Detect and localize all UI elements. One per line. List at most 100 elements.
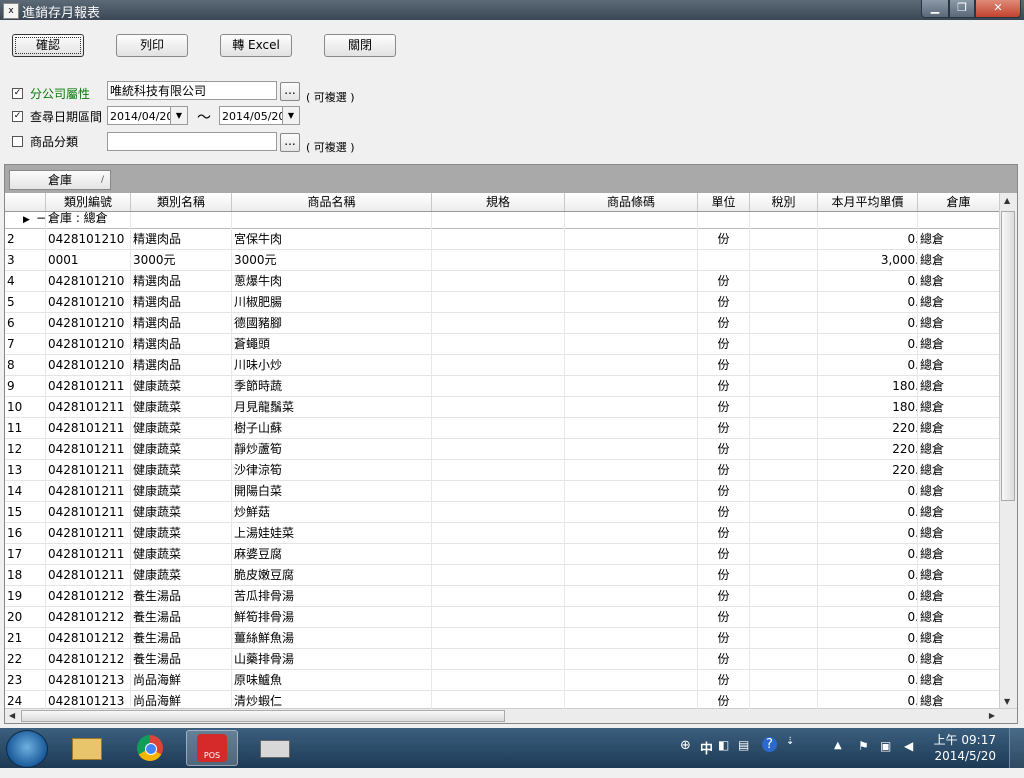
volume-icon[interactable]: ◀ [904, 739, 913, 753]
horizontal-scroll-thumb[interactable] [21, 710, 505, 722]
table-row[interactable]: 20 0428101212 養生湯品 鮮筍排骨湯 份 0. 總倉 [5, 607, 999, 628]
grid-column-line [697, 212, 698, 709]
table-row[interactable]: 6 0428101210 精選肉品 德國豬腳 份 0. 總倉 [5, 313, 999, 334]
group-row[interactable]: ▶ − 倉庫 : 總倉 [5, 211, 999, 229]
vertical-scroll-thumb[interactable] [1001, 211, 1015, 501]
printer-taskbar-button[interactable] [248, 730, 300, 766]
show-desktop-button[interactable] [1009, 728, 1024, 768]
table-row[interactable]: 16 0428101211 健康蔬菜 上湯娃娃菜 份 0. 總倉 [5, 523, 999, 544]
branch-checkbox[interactable]: ✓ [12, 88, 23, 99]
scroll-down-icon[interactable]: ▼ [1004, 697, 1010, 706]
scroll-right-icon[interactable]: ▶ [989, 711, 995, 720]
print-button[interactable]: 列印 [116, 34, 188, 57]
cell-category-name: 健康蔬菜 [133, 547, 182, 561]
help-icon[interactable]: ? [762, 737, 777, 752]
start-button[interactable] [6, 730, 48, 768]
window-title: 進銷存月報表 [22, 6, 101, 21]
cell-avg-price: 0. [907, 274, 919, 288]
category-checkbox[interactable] [12, 136, 23, 147]
network-icon[interactable]: ▣ [880, 739, 891, 753]
explorer-taskbar-button[interactable] [60, 730, 112, 766]
cell-unit: 份 [717, 421, 730, 435]
close-button[interactable]: 關閉 [324, 34, 396, 57]
cell-barcode [567, 313, 695, 333]
cell-avg-price: 0. [907, 547, 919, 561]
cell-avg-price: 0. [907, 652, 919, 666]
close-window-button[interactable]: ✕ [975, 0, 1021, 18]
cell-barcode [567, 502, 695, 522]
cell-product-name: 麻婆豆腐 [234, 547, 283, 561]
col-category-code[interactable]: 類別編號 [46, 193, 131, 211]
table-row[interactable]: 3 0001 3000元 3000元 3,000. 總倉 [5, 250, 999, 271]
show-hidden-icons[interactable]: ▲ [834, 740, 842, 751]
col-category-name[interactable]: 類別名稱 [131, 193, 232, 211]
date-to-dropdown-icon[interactable]: ▼ [282, 107, 299, 124]
pos-taskbar-button[interactable]: POS [186, 730, 238, 766]
ime-icon[interactable]: ⊕ [680, 738, 691, 753]
table-row[interactable]: 9 0428101211 健康蔬菜 季節時蔬 份 180. 總倉 [5, 376, 999, 397]
ime-mode[interactable]: 中 [700, 738, 713, 757]
date-from-field[interactable]: 2014/04/20 ▼ [107, 106, 188, 125]
clock[interactable]: 上午 09:17 2014/5/20 [934, 732, 996, 764]
table-row[interactable]: 7 0428101210 精選肉品 蒼蠅頭 份 0. 總倉 [5, 334, 999, 355]
table-row[interactable]: 17 0428101211 健康蔬菜 麻婆豆腐 份 0. 總倉 [5, 544, 999, 565]
app-icon[interactable]: x [3, 3, 19, 19]
table-row[interactable]: 14 0428101211 健康蔬菜 開陽白菜 份 0. 總倉 [5, 481, 999, 502]
ime-shape-icon[interactable]: ◧ [718, 738, 729, 752]
cell-warehouse: 總倉 [920, 652, 945, 666]
table-row[interactable]: 5 0428101210 精選肉品 川椒肥腸 份 0. 總倉 [5, 292, 999, 313]
col-spec[interactable]: 規格 [432, 193, 565, 211]
date-checkbox[interactable]: ✓ [12, 111, 23, 122]
vertical-scrollbar[interactable]: ▲ ▼ [999, 193, 1017, 709]
cell-spec [434, 607, 562, 627]
col-tax[interactable]: 稅別 [750, 193, 818, 211]
table-row[interactable]: 23 0428101213 尚品海鮮 原味鱸魚 份 0. 總倉 [5, 670, 999, 691]
col-barcode[interactable]: 商品條碼 [565, 193, 698, 211]
cell-warehouse: 總倉 [920, 505, 945, 519]
ime-pad-icon[interactable]: ▤ [738, 738, 749, 752]
date-separator: ～ [197, 110, 211, 126]
scroll-left-icon[interactable]: ◀ [9, 711, 15, 720]
cell-warehouse: 總倉 [920, 337, 945, 351]
col-product-name[interactable]: 商品名稱 [232, 193, 432, 211]
horizontal-scrollbar[interactable]: ◀ ▶ [5, 708, 1017, 723]
table-row[interactable]: 11 0428101211 健康蔬菜 樹子山蘇 份 220. 總倉 [5, 418, 999, 439]
table-row[interactable]: 10 0428101211 健康蔬菜 月見龍鬚菜 份 180. 總倉 [5, 397, 999, 418]
table-row[interactable]: 2 0428101210 精選肉品 宮保牛肉 份 0. 總倉 [5, 229, 999, 250]
table-row[interactable]: 22 0428101212 養生湯品 山藥排骨湯 份 0. 總倉 [5, 649, 999, 670]
branch-browse-button[interactable]: ... [280, 82, 300, 101]
table-row[interactable]: 4 0428101210 精選肉品 蔥爆牛肉 份 0. 總倉 [5, 271, 999, 292]
cell-tax [752, 544, 816, 564]
cell-avg-price: 0. [907, 232, 919, 246]
export-excel-button[interactable]: 轉 Excel [220, 34, 292, 57]
minimize-button[interactable]: ▁ [921, 0, 949, 18]
confirm-button[interactable]: 確認 [12, 34, 84, 57]
report-grid[interactable]: 倉庫 / 類別編號 類別名稱 商品名稱 規格 商品條碼 單位 稅別 本月平均單價… [4, 164, 1018, 724]
table-row[interactable]: 8 0428101210 精選肉品 川味小炒 份 0. 總倉 [5, 355, 999, 376]
date-from-dropdown-icon[interactable]: ▼ [170, 107, 187, 124]
col-warehouse[interactable]: 倉庫 [918, 193, 1000, 211]
group-chip-warehouse[interactable]: 倉庫 / [9, 170, 111, 190]
chrome-taskbar-button[interactable] [124, 730, 176, 766]
maximize-button[interactable]: ❐ [949, 0, 975, 18]
category-browse-button[interactable]: ... [280, 133, 300, 152]
col-unit[interactable]: 單位 [698, 193, 750, 211]
category-field[interactable] [107, 132, 277, 151]
table-row[interactable]: 15 0428101211 健康蔬菜 炒鮮菇 份 0. 總倉 [5, 502, 999, 523]
cell-unit: 份 [717, 358, 730, 372]
table-row[interactable]: 13 0428101211 健康蔬菜 沙律涼筍 份 220. 總倉 [5, 460, 999, 481]
col-avg-price[interactable]: 本月平均單價 [818, 193, 918, 211]
scroll-up-icon[interactable]: ▲ [1004, 196, 1010, 205]
cell-unit: 份 [717, 484, 730, 498]
date-to-field[interactable]: 2014/05/20 ▼ [219, 106, 300, 125]
action-center-icon[interactable]: ⚑ [858, 739, 869, 753]
date-from-value: 2014/04/20 [110, 110, 174, 123]
table-row[interactable]: 19 0428101212 養生湯品 苦瓜排骨湯 份 0. 總倉 [5, 586, 999, 607]
table-row[interactable]: 12 0428101211 健康蔬菜 靜炒蘆筍 份 220. 總倉 [5, 439, 999, 460]
grid-column-line [45, 212, 46, 709]
table-row[interactable]: 21 0428101212 養生湯品 薑絲鮮魚湯 份 0. 總倉 [5, 628, 999, 649]
branch-field[interactable]: 唯統科技有限公司 [107, 81, 277, 100]
cell-spec [434, 502, 562, 522]
table-row[interactable]: 18 0428101211 健康蔬菜 脆皮嫩豆腐 份 0. 總倉 [5, 565, 999, 586]
ime-options-icon[interactable]: ⇣ [786, 736, 794, 747]
